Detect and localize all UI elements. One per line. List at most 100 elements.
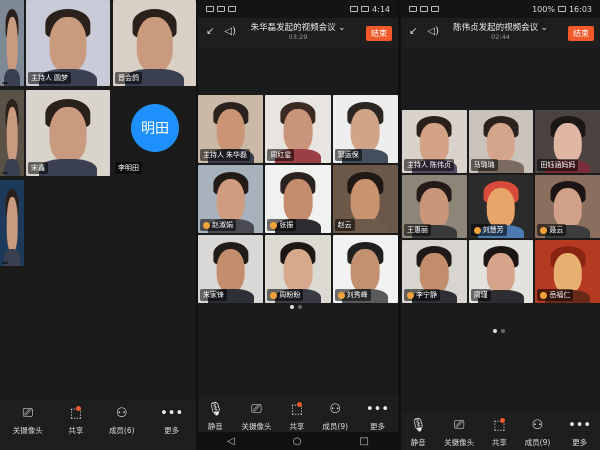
video-tile[interactable]: 主持人 朱华磊 (198, 95, 264, 163)
person-face (553, 122, 582, 163)
mic-active-icon (337, 291, 345, 299)
video-tile[interactable]: 刘秀峰 (332, 235, 398, 303)
end-meeting-button[interactable]: 结束 (366, 26, 392, 41)
more-icon: ••• (568, 418, 592, 433)
participant-name: 张振 (279, 221, 294, 229)
mic-active-icon (473, 226, 481, 234)
chevron-down-icon: ⌄ (338, 23, 346, 34)
participant-name-tag: 聂云 (537, 224, 567, 236)
video-tile[interactable]: 聂云 (535, 175, 600, 238)
person-face (216, 178, 246, 223)
toolbar-button-microphone[interactable]: 🎙 静音 (207, 402, 224, 432)
participant-name-tag: 晋会鸽 (115, 72, 142, 84)
participant-name: 陈伟贞 (430, 161, 451, 169)
toolbar-button-share-screen[interactable]: ⬚ 共享 (492, 418, 507, 448)
participant-name-tag: 岳福仁 (537, 289, 574, 301)
participant-name-tag: 周盼盼 (267, 289, 304, 301)
participant-name: 岳福仁 (549, 291, 571, 299)
minimize-icon[interactable]: ↙ (206, 26, 214, 37)
microphone-icon: 🎙 (409, 418, 427, 433)
toolbar-button-camera[interactable]: ⎚ 关摄像头 (241, 402, 271, 432)
video-tile[interactable]: 晋会鸽 (113, 0, 196, 86)
participant-name-tag: 李宁静 (404, 289, 440, 301)
person-face (553, 252, 582, 293)
toolbar-label: 关摄像头 (444, 438, 475, 447)
toolbar-label: 关摄像头 (12, 426, 43, 435)
person-face (350, 248, 380, 293)
more-icon: ••• (366, 402, 390, 417)
toolbar-button-microphone[interactable]: 🎙 静音 (410, 418, 427, 448)
participant-name-tag: 刘慧芳 (470, 224, 507, 236)
toolbar-label: 成员(6) (108, 426, 135, 435)
end-meeting-button[interactable]: 结束 (568, 26, 594, 41)
toolbar-button-camera[interactable]: ⎚ 关摄像头 (444, 418, 474, 448)
participant-name-tag: 主持人 陈伟贞 (404, 159, 454, 171)
toolbar-button-camera[interactable]: ⎚ 关摄像头 (13, 406, 43, 436)
toolbar-button-members[interactable]: ⚇ 成员(9) (322, 402, 348, 432)
video-tile[interactable]: 岳福仁 (535, 240, 600, 303)
recents-nav-icon[interactable]: □ (360, 436, 369, 447)
person-face (283, 248, 313, 293)
mic-active-icon (407, 291, 414, 299)
page-indicator (290, 305, 302, 309)
speaker-icon[interactable]: ◁) (224, 26, 236, 37)
participant-name-tag (2, 262, 8, 264)
toolbar-label: 更多 (164, 426, 180, 435)
mic-active-icon (270, 291, 278, 299)
toolbar-label: 更多 (370, 422, 385, 431)
toolbar-button-more[interactable]: ••• 更多 (160, 406, 183, 436)
meeting-panel-3: 100% 16:03 ↙ ◁) 陈伟贞发起的视频会议 ⌄ 02:44 结束 主持人陈… (401, 0, 600, 450)
participant-name-tag: 马璐璐 (470, 159, 498, 171)
toolbar-label: 共享 (491, 438, 507, 447)
video-tile[interactable]: 赵淑娟 (198, 165, 264, 233)
sim-icon (206, 6, 214, 12)
person-face (49, 17, 87, 73)
members-icon: ⚇ (329, 402, 342, 417)
participant-name: 刘慧芳 (482, 226, 504, 234)
video-tile[interactable]: 朱家锋 (198, 235, 264, 303)
video-tile[interactable]: 赵云 (332, 165, 398, 233)
host-label: 主持人 (31, 74, 52, 82)
toolbar-button-share-screen[interactable]: ⬚ 共享 (289, 402, 304, 432)
person-face (49, 107, 87, 163)
toolbar-button-share-screen[interactable]: ⬚ 共享 (68, 406, 83, 436)
video-tile[interactable]: 宋鑫 (26, 90, 110, 176)
toolbar-label: 成员(9) (322, 422, 349, 431)
participant-name: 马璐璐 (473, 161, 495, 169)
toolbar-button-more[interactable]: ••• 更多 (568, 418, 591, 448)
video-tile[interactable]: 周盼盼 (265, 235, 331, 303)
video-tile[interactable]: 李宁静 (402, 240, 467, 303)
video-tile[interactable]: 明田 李明田 (113, 90, 196, 176)
video-tile[interactable]: 马璐璐 (468, 110, 534, 173)
video-tile[interactable] (0, 0, 24, 86)
person-face (420, 252, 449, 293)
person-face (6, 17, 18, 73)
toolbar-button-more[interactable]: ••• 更多 (366, 402, 389, 432)
video-tile[interactable]: 王惠丽 (402, 175, 467, 238)
signal-icon (409, 6, 417, 12)
meeting-toolbar-1: ⎚ 关摄像头 ⬚ 共享 ⚇ 成员(6) ••• 更多 (0, 400, 196, 450)
video-tile[interactable]: 主持人 陈伟贞 (402, 110, 467, 173)
video-tile[interactable]: 田钰涵妈妈 (535, 110, 600, 173)
home-nav-icon[interactable]: ○ (293, 436, 302, 447)
back-nav-icon[interactable]: ◁ (227, 436, 235, 447)
video-tile[interactable]: 张振 (265, 165, 331, 233)
toolbar-button-members[interactable]: ⚇ 成员(9) (525, 418, 551, 448)
video-tile[interactable]: 主持人 圆梦 (26, 0, 110, 86)
toolbar-button-members[interactable]: ⚇ 成员(6) (109, 406, 135, 436)
video-tile[interactable] (0, 90, 24, 176)
participant-name: 圆梦 (54, 74, 68, 82)
bluetooth-icon (350, 6, 359, 12)
video-tile[interactable]: 郭运保 (332, 95, 398, 163)
video-tile[interactable]: 周瑾 (468, 240, 534, 303)
person-face (486, 122, 516, 163)
participant-name-tag: 赵云 (334, 219, 355, 231)
participant-name-tag: 张振 (267, 219, 297, 231)
person-face (6, 107, 18, 163)
minimize-icon[interactable]: ↙ (409, 26, 417, 37)
participant-name-tag: 周瑾 (470, 289, 491, 301)
speaker-icon[interactable]: ◁) (427, 26, 439, 37)
video-tile[interactable]: 刘慧芳 (468, 175, 534, 238)
video-tile[interactable]: 周红星 (265, 95, 331, 163)
video-tile[interactable] (0, 180, 24, 266)
